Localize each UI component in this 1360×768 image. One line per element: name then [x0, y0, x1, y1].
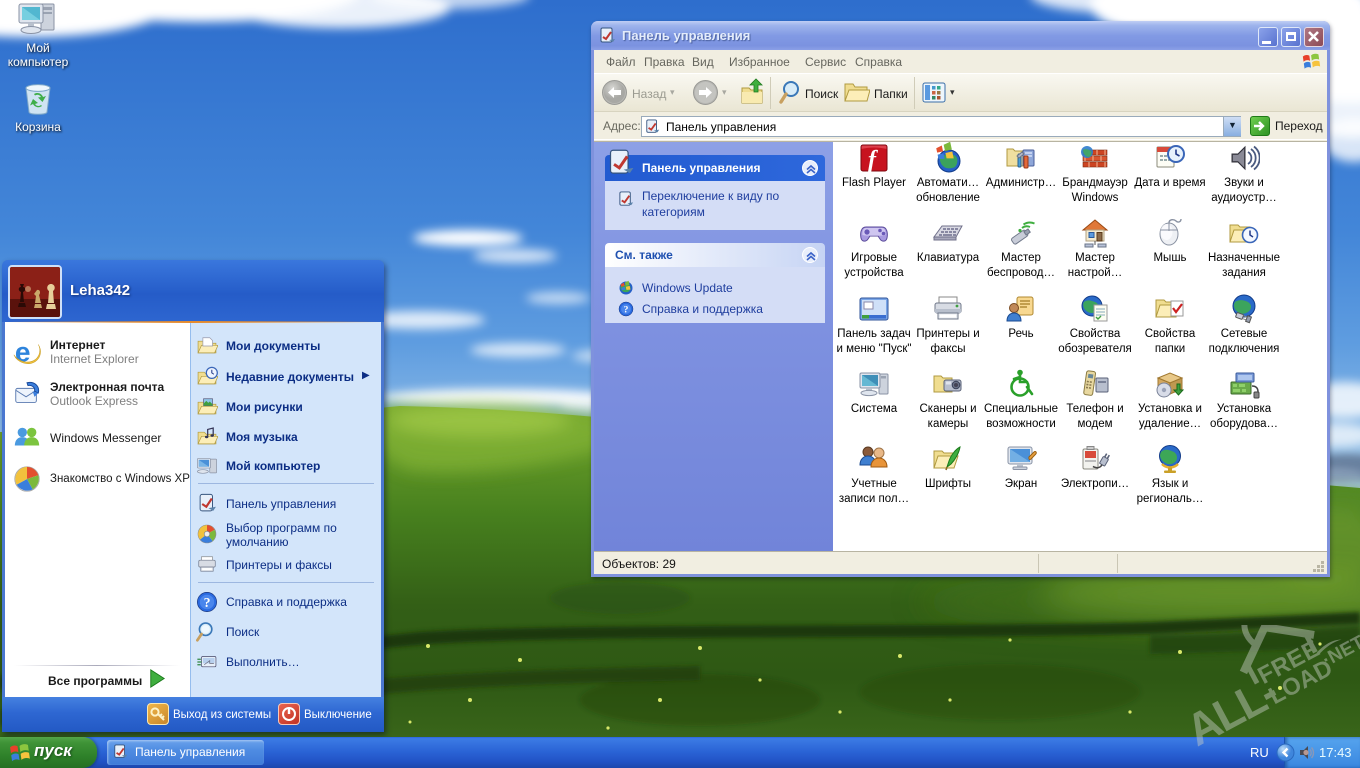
svg-text:·NET: ·NET: [1319, 632, 1360, 672]
svg-text:?: ?: [204, 595, 211, 610]
svg-text:?: ?: [624, 306, 629, 316]
